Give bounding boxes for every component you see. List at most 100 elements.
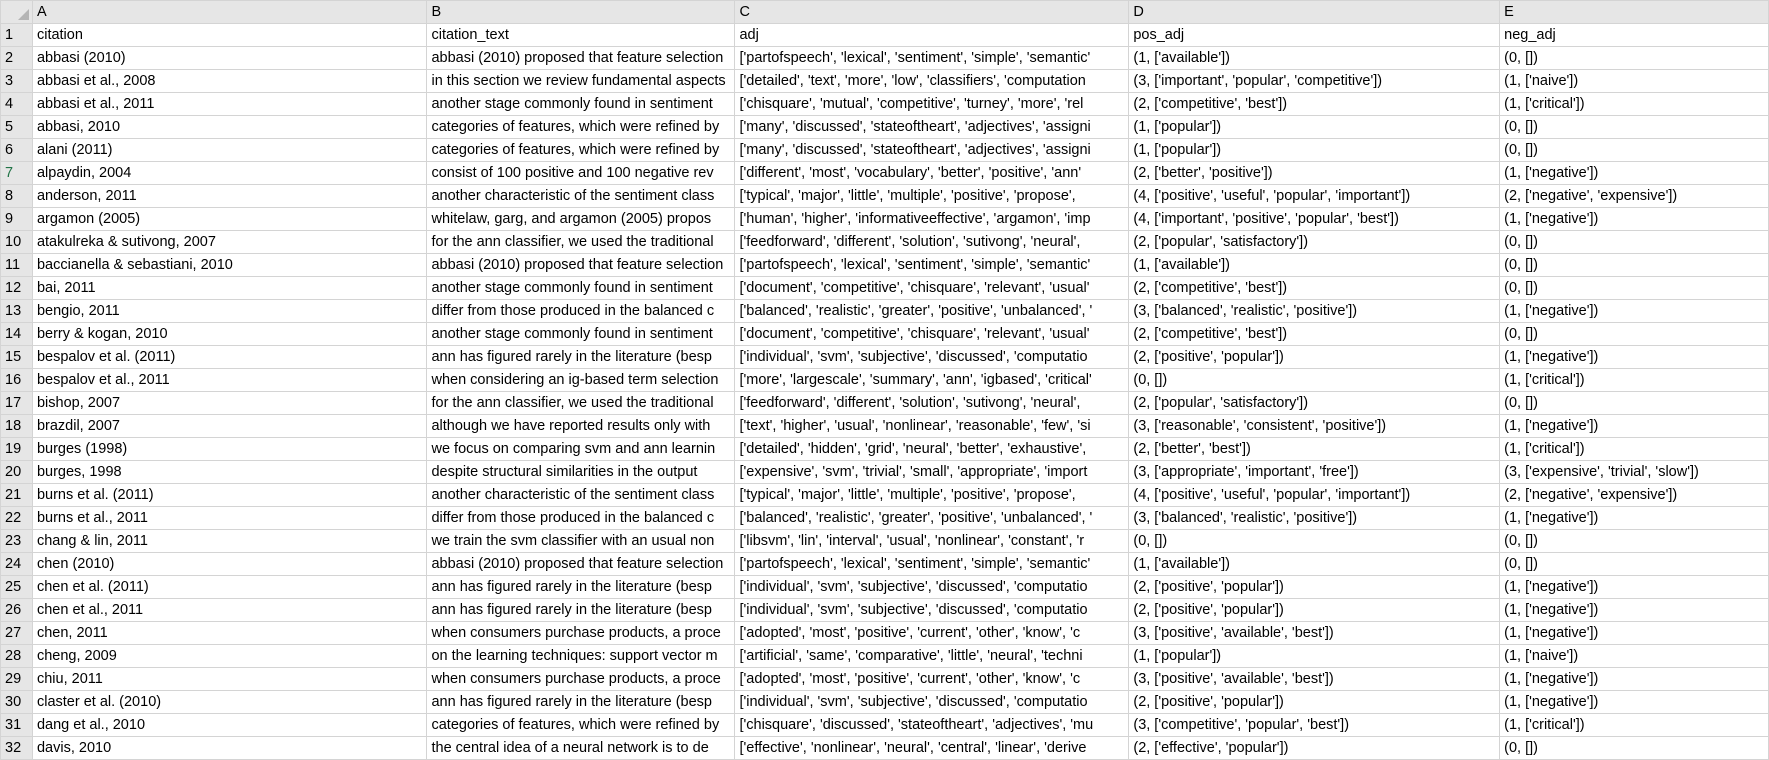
cell-b23[interactable]: we train the svm classifier with an usua… (426, 529, 736, 553)
cell-e27[interactable]: (1, ['negative']) (1499, 621, 1769, 645)
cell-a5[interactable]: abbasi, 2010 (31, 115, 428, 139)
cell-c31[interactable]: ['chisquare', 'discussed', 'stateofthear… (734, 713, 1130, 737)
cell-a21[interactable]: burns et al. (2011) (31, 483, 428, 507)
column-header-b[interactable]: B (426, 0, 736, 24)
cell-d24[interactable]: (1, ['available']) (1128, 552, 1501, 576)
cell-c17[interactable]: ['feedforward', 'different', 'solution',… (734, 391, 1130, 415)
cell-b22[interactable]: differ from those produced in the balanc… (426, 506, 736, 530)
select-all-corner[interactable] (0, 0, 33, 24)
row-header[interactable]: 9 (0, 207, 33, 231)
cell-b29[interactable]: when consumers purchase products, a proc… (426, 667, 736, 691)
cell-d3[interactable]: (3, ['important', 'popular', 'competitiv… (1128, 69, 1501, 93)
cell-b2[interactable]: abbasi (2010) proposed that feature sele… (426, 46, 736, 70)
cell-d22[interactable]: (3, ['balanced', 'realistic', 'positive'… (1128, 506, 1501, 530)
row-header[interactable]: 2 (0, 46, 33, 70)
row-header[interactable]: 4 (0, 92, 33, 116)
cell-b26[interactable]: ann has figured rarely in the literature… (426, 598, 736, 622)
cell-e4[interactable]: (1, ['critical']) (1499, 92, 1769, 116)
cell-b24[interactable]: abbasi (2010) proposed that feature sele… (426, 552, 736, 576)
cell-a24[interactable]: chen (2010) (31, 552, 428, 576)
row-header[interactable]: 5 (0, 115, 33, 139)
cell-d21[interactable]: (4, ['positive', 'useful', 'popular', 'i… (1128, 483, 1501, 507)
cell-d15[interactable]: (2, ['positive', 'popular']) (1128, 345, 1501, 369)
cell-b32[interactable]: the central idea of a neural network is … (426, 736, 736, 760)
row-header[interactable]: 13 (0, 299, 33, 323)
cell-e28[interactable]: (1, ['naive']) (1499, 644, 1769, 668)
cell-c16[interactable]: ['more', 'largescale', 'summary', 'ann',… (734, 368, 1130, 392)
cell-a19[interactable]: burges (1998) (31, 437, 428, 461)
row-header[interactable]: 24 (0, 552, 33, 576)
cell-e21[interactable]: (2, ['negative', 'expensive']) (1499, 483, 1769, 507)
cell-d10[interactable]: (2, ['popular', 'satisfactory']) (1128, 230, 1501, 254)
cell-c20[interactable]: ['expensive', 'svm', 'trivial', 'small',… (734, 460, 1130, 484)
cell-c22[interactable]: ['balanced', 'realistic', 'greater', 'po… (734, 506, 1130, 530)
cell-a20[interactable]: burges, 1998 (31, 460, 428, 484)
cell-d28[interactable]: (1, ['popular']) (1128, 644, 1501, 668)
cell-c13[interactable]: ['balanced', 'realistic', 'greater', 'po… (734, 299, 1130, 323)
cell-d1[interactable]: pos_adj (1128, 23, 1501, 47)
cell-e17[interactable]: (0, []) (1499, 391, 1769, 415)
cell-a18[interactable]: brazdil, 2007 (31, 414, 428, 438)
column-header-e[interactable]: E (1499, 0, 1769, 24)
cell-b21[interactable]: another characteristic of the sentiment … (426, 483, 736, 507)
cell-d29[interactable]: (3, ['positive', 'available', 'best']) (1128, 667, 1501, 691)
cell-b12[interactable]: another stage commonly found in sentimen… (426, 276, 736, 300)
cell-c21[interactable]: ['typical', 'major', 'little', 'multiple… (734, 483, 1130, 507)
cell-c1[interactable]: adj (734, 23, 1130, 47)
cell-b4[interactable]: another stage commonly found in sentimen… (426, 92, 736, 116)
cell-c29[interactable]: ['adopted', 'most', 'positive', 'current… (734, 667, 1130, 691)
cell-a22[interactable]: burns et al., 2011 (31, 506, 428, 530)
cell-b7[interactable]: consist of 100 positive and 100 negative… (426, 161, 736, 185)
row-header[interactable]: 20 (0, 460, 33, 484)
cell-e7[interactable]: (1, ['negative']) (1499, 161, 1769, 185)
cell-d13[interactable]: (3, ['balanced', 'realistic', 'positive'… (1128, 299, 1501, 323)
cell-c30[interactable]: ['individual', 'svm', 'subjective', 'dis… (734, 690, 1130, 714)
cell-e32[interactable]: (0, []) (1499, 736, 1769, 760)
cell-a2[interactable]: abbasi (2010) (31, 46, 428, 70)
cell-d32[interactable]: (2, ['effective', 'popular']) (1128, 736, 1501, 760)
cell-b11[interactable]: abbasi (2010) proposed that feature sele… (426, 253, 736, 277)
cell-d18[interactable]: (3, ['reasonable', 'consistent', 'positi… (1128, 414, 1501, 438)
cell-c10[interactable]: ['feedforward', 'different', 'solution',… (734, 230, 1130, 254)
cell-c11[interactable]: ['partofspeech', 'lexical', 'sentiment',… (734, 253, 1130, 277)
cell-a28[interactable]: cheng, 2009 (31, 644, 428, 668)
cell-c12[interactable]: ['document', 'competitive', 'chisquare',… (734, 276, 1130, 300)
cell-d8[interactable]: (4, ['positive', 'useful', 'popular', 'i… (1128, 184, 1501, 208)
cell-b15[interactable]: ann has figured rarely in the literature… (426, 345, 736, 369)
cell-c4[interactable]: ['chisquare', 'mutual', 'competitive', '… (734, 92, 1130, 116)
row-header[interactable]: 19 (0, 437, 33, 461)
cell-c24[interactable]: ['partofspeech', 'lexical', 'sentiment',… (734, 552, 1130, 576)
cell-c28[interactable]: ['artificial', 'same', 'comparative', 'l… (734, 644, 1130, 668)
cell-d11[interactable]: (1, ['available']) (1128, 253, 1501, 277)
cell-b20[interactable]: despite structural similarities in the o… (426, 460, 736, 484)
cell-a3[interactable]: abbasi et al., 2008 (31, 69, 428, 93)
row-header[interactable]: 22 (0, 506, 33, 530)
cell-d31[interactable]: (3, ['competitive', 'popular', 'best']) (1128, 713, 1501, 737)
row-header[interactable]: 3 (0, 69, 33, 93)
cell-c32[interactable]: ['effective', 'nonlinear', 'neural', 'ce… (734, 736, 1130, 760)
cell-d23[interactable]: (0, []) (1128, 529, 1501, 553)
cell-e3[interactable]: (1, ['naive']) (1499, 69, 1769, 93)
cell-e1[interactable]: neg_adj (1499, 23, 1769, 47)
cell-c5[interactable]: ['many', 'discussed', 'stateoftheart', '… (734, 115, 1130, 139)
cell-b31[interactable]: categories of features, which were refin… (426, 713, 736, 737)
cell-a16[interactable]: bespalov et al., 2011 (31, 368, 428, 392)
cell-e19[interactable]: (1, ['critical']) (1499, 437, 1769, 461)
cell-b3[interactable]: in this section we review fundamental as… (426, 69, 736, 93)
cell-d5[interactable]: (1, ['popular']) (1128, 115, 1501, 139)
row-header[interactable]: 28 (0, 644, 33, 668)
cell-d12[interactable]: (2, ['competitive', 'best']) (1128, 276, 1501, 300)
cell-a25[interactable]: chen et al. (2011) (31, 575, 428, 599)
row-header[interactable]: 17 (0, 391, 33, 415)
column-header-c[interactable]: C (734, 0, 1130, 24)
cell-d17[interactable]: (2, ['popular', 'satisfactory']) (1128, 391, 1501, 415)
cell-d6[interactable]: (1, ['popular']) (1128, 138, 1501, 162)
cell-c14[interactable]: ['document', 'competitive', 'chisquare',… (734, 322, 1130, 346)
cell-b14[interactable]: another stage commonly found in sentimen… (426, 322, 736, 346)
cell-a17[interactable]: bishop, 2007 (31, 391, 428, 415)
cell-e18[interactable]: (1, ['negative']) (1499, 414, 1769, 438)
cell-c25[interactable]: ['individual', 'svm', 'subjective', 'dis… (734, 575, 1130, 599)
cell-d2[interactable]: (1, ['available']) (1128, 46, 1501, 70)
cell-a31[interactable]: dang et al., 2010 (31, 713, 428, 737)
cell-e31[interactable]: (1, ['critical']) (1499, 713, 1769, 737)
